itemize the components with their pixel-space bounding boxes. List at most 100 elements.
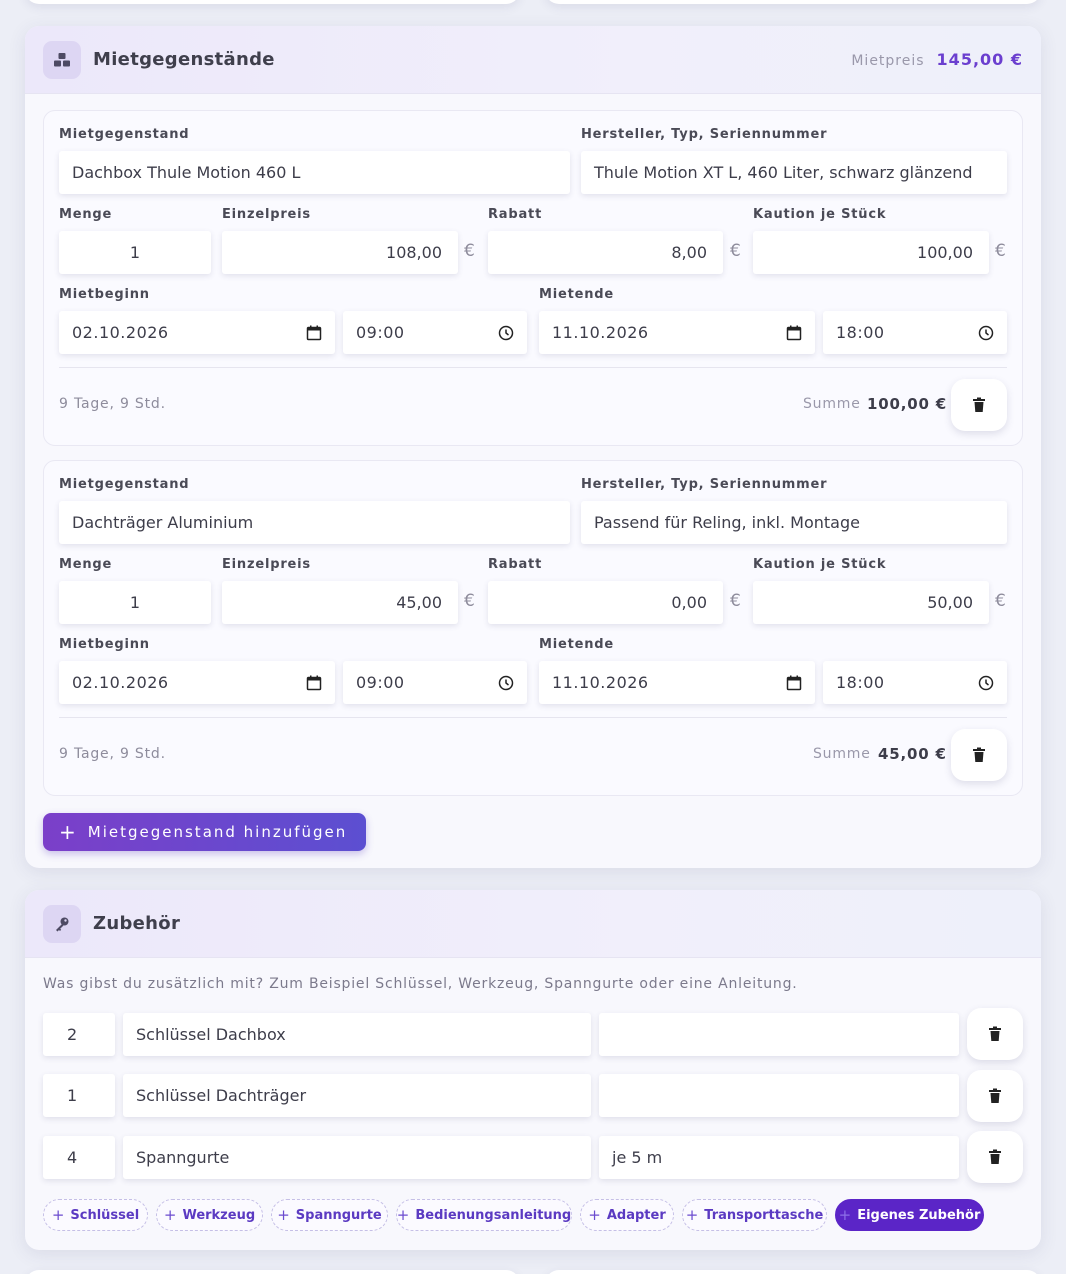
end-time-input[interactable]: 18:00 (823, 311, 1007, 354)
accessory-note-input[interactable] (599, 1074, 959, 1117)
end-date-input[interactable]: 11.10.2026 (539, 311, 815, 354)
chip-label: Werkzeug (182, 1207, 256, 1223)
rental-price-summary: Mietpreis 145,00 € (851, 50, 1023, 69)
chip-label: Adapter (606, 1207, 666, 1223)
chip-transporttasche[interactable]: + Transporttasche (682, 1199, 827, 1231)
trash-icon (972, 747, 986, 763)
start-time-input[interactable]: 09:00 (343, 661, 527, 704)
unit-price-label: Einzelpreis (222, 557, 311, 572)
chip-label: Spanngurte (295, 1207, 382, 1223)
accessories-card: Zubehör Was gibst du zusätzlich mit? Zum… (25, 890, 1041, 1250)
deposit-currency: € (995, 591, 1006, 611)
deposit-input[interactable]: 100,00 (753, 231, 989, 274)
item-name-label: Mietgegenstand (59, 477, 190, 492)
rental-duration: 9 Tage, 9 Std. (59, 396, 166, 412)
accessory-qty-input[interactable]: 2 (43, 1013, 115, 1056)
clock-icon[interactable] (498, 675, 514, 691)
rental-price-value: 145,00 € (936, 50, 1023, 69)
item-divider (59, 367, 1007, 368)
start-time-value: 09:00 (356, 673, 405, 692)
accessory-name-input[interactable]: Spanngurte (123, 1136, 591, 1179)
item-sum: 100,00 € (867, 395, 947, 413)
unit-price-currency: € (464, 241, 475, 261)
plus-icon: + (163, 1206, 177, 1224)
end-date-value: 11.10.2026 (552, 323, 649, 342)
rental-items-header: Mietgegenstände Mietpreis 145,00 € (25, 26, 1041, 94)
chip-werkzeug[interactable]: + Werkzeug (156, 1199, 263, 1231)
previous-section-card-left (25, 0, 520, 4)
start-date-input[interactable]: 02.10.2026 (59, 311, 335, 354)
start-time-input[interactable]: 09:00 (343, 311, 527, 354)
item-divider (59, 717, 1007, 718)
trash-icon (988, 1149, 1002, 1165)
discount-input[interactable]: 8,00 (488, 231, 723, 274)
accessory-qty-input[interactable]: 1 (43, 1074, 115, 1117)
clock-icon[interactable] (978, 675, 994, 691)
unit-price-input[interactable]: 108,00 (222, 231, 458, 274)
accessories-description: Was gibst du zusätzlich mit? Zum Beispie… (43, 976, 798, 992)
chip-spanngurte[interactable]: + Spanngurte (271, 1199, 388, 1231)
calendar-icon[interactable] (786, 325, 802, 341)
quantity-input[interactable]: 1 (59, 581, 211, 624)
end-date-input[interactable]: 11.10.2026 (539, 661, 815, 704)
start-label: Mietbeginn (59, 637, 150, 652)
sum-label: Summe (813, 746, 871, 762)
accessory-name-input[interactable]: Schlüssel Dachträger (123, 1074, 591, 1117)
plus-icon: + (396, 1206, 410, 1224)
quantity-input[interactable]: 1 (59, 231, 211, 274)
accessory-name-input[interactable]: Schlüssel Dachbox (123, 1013, 591, 1056)
discount-label: Rabatt (488, 207, 543, 222)
item-name-input[interactable]: Dachträger Aluminium (59, 501, 570, 544)
end-time-input[interactable]: 18:00 (823, 661, 1007, 704)
key-icon (43, 904, 81, 943)
end-time-value: 18:00 (836, 673, 885, 692)
delete-accessory-button[interactable] (967, 1131, 1023, 1183)
accessories-title: Zubehör (93, 913, 181, 934)
start-label: Mietbeginn (59, 287, 150, 302)
plus-icon: + (838, 1206, 852, 1224)
calendar-icon[interactable] (306, 675, 322, 691)
calendar-icon[interactable] (786, 675, 802, 691)
delete-accessory-button[interactable] (967, 1070, 1023, 1122)
add-rental-item-button[interactable]: + Mietgegenstand hinzufügen (43, 813, 366, 851)
next-section-card-left (25, 1270, 520, 1274)
delete-item-button[interactable] (951, 379, 1007, 431)
plus-icon: + (685, 1206, 699, 1224)
chip-bedienungsanleitung[interactable]: + Bedienungsanleitung (396, 1199, 572, 1231)
sum-label: Summe (803, 396, 861, 412)
item-name-label: Mietgegenstand (59, 127, 190, 142)
accessory-note-input[interactable]: je 5 m (599, 1136, 959, 1179)
unit-price-label: Einzelpreis (222, 207, 311, 222)
chip-adapter[interactable]: + Adapter (580, 1199, 674, 1231)
discount-currency: € (730, 241, 741, 261)
accessory-note-input[interactable] (599, 1013, 959, 1056)
trash-icon (972, 397, 986, 413)
trash-icon (988, 1026, 1002, 1042)
delete-item-button[interactable] (951, 729, 1007, 781)
chip-label: Schlüssel (70, 1207, 140, 1223)
plus-icon: + (51, 1206, 65, 1224)
delete-accessory-button[interactable] (967, 1008, 1023, 1060)
deposit-label: Kaution je Stück (753, 557, 887, 572)
custom-accessory-button[interactable]: + Eigenes Zubehör (835, 1199, 984, 1231)
manufacturer-input[interactable]: Passend für Reling, inkl. Montage (581, 501, 1007, 544)
chip-schluessel[interactable]: + Schlüssel (43, 1199, 148, 1231)
unit-price-input[interactable]: 45,00 (222, 581, 458, 624)
item-name-input[interactable]: Dachbox Thule Motion 460 L (59, 151, 570, 194)
clock-icon[interactable] (978, 325, 994, 341)
start-date-input[interactable]: 02.10.2026 (59, 661, 335, 704)
chip-label: Bedienungsanleitung (415, 1207, 572, 1223)
end-time-value: 18:00 (836, 323, 885, 342)
deposit-input[interactable]: 50,00 (753, 581, 989, 624)
discount-label: Rabatt (488, 557, 543, 572)
trash-icon (988, 1088, 1002, 1104)
calendar-icon[interactable] (306, 325, 322, 341)
clock-icon[interactable] (498, 325, 514, 341)
manufacturer-input[interactable]: Thule Motion XT L, 460 Liter, schwarz gl… (581, 151, 1007, 194)
plus-icon: + (277, 1206, 290, 1224)
accessories-header: Zubehör (25, 890, 1041, 958)
accessory-qty-input[interactable]: 4 (43, 1136, 115, 1179)
discount-input[interactable]: 0,00 (488, 581, 723, 624)
rental-item-1: Mietgegenstand Hersteller, Typ, Seriennu… (43, 110, 1023, 446)
plus-icon: + (588, 1206, 601, 1224)
